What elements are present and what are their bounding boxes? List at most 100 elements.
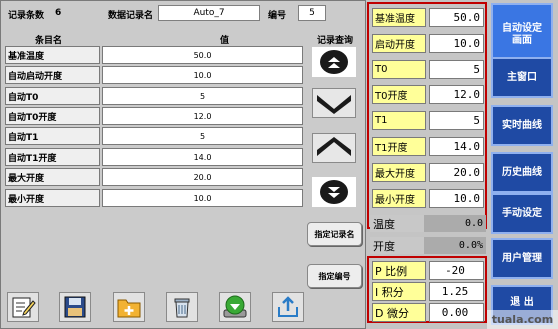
edit-button[interactable] — [7, 292, 39, 322]
param-value[interactable]: 5 — [429, 60, 484, 79]
table-row[interactable]: 自动T1开度 14.0 — [5, 148, 303, 166]
number-field[interactable]: 5 — [298, 5, 326, 21]
specify-record-name-button[interactable]: 指定记录名 — [307, 222, 362, 246]
param-row: 启动开度 10.0 — [372, 34, 484, 53]
save-button[interactable] — [59, 292, 91, 322]
table-row[interactable]: 自动启动开度 10.0 — [5, 66, 303, 84]
specify-number-button[interactable]: 指定编号 — [307, 264, 362, 288]
param-row: T1开度 14.0 — [372, 137, 484, 156]
column-name-header: 条目名 — [35, 36, 63, 46]
record-name-field[interactable]: Auto_7 — [158, 5, 260, 21]
opening-label: 开度 — [370, 237, 424, 254]
param-label: T1 — [372, 111, 426, 130]
pid-row: I 积分 1.25 — [372, 282, 484, 301]
temperature-status: 温度 0.0 — [370, 215, 486, 232]
pid-label: D 微分 — [372, 303, 426, 322]
history-curve-button[interactable]: 历史曲线 — [491, 152, 553, 193]
column-value-header: 值 — [220, 36, 230, 46]
param-value[interactable]: 14.0 — [429, 137, 484, 156]
row-name: 自动T1 — [5, 127, 100, 145]
param-label: T1开度 — [372, 137, 426, 156]
temperature-value: 0.0 — [424, 215, 486, 232]
param-row: 基准温度 50.0 — [372, 8, 484, 27]
auto-setting-line2: 画面 — [512, 34, 532, 46]
chevron-up-icon — [317, 137, 351, 156]
record-count-value: 6 — [55, 8, 62, 18]
param-value[interactable]: 10.0 — [429, 34, 484, 53]
param-label: 最大开度 — [372, 163, 426, 182]
record-count-label: 记录条数 — [8, 11, 45, 21]
table-row[interactable]: 最大开度 20.0 — [5, 168, 303, 186]
pid-label: P 比例 — [372, 261, 426, 280]
row-name: 基准温度 — [5, 46, 100, 64]
row-name: 最大开度 — [5, 168, 100, 186]
main-window-button[interactable]: 主窗口 — [491, 57, 553, 98]
table-row[interactable]: 自动T1 5 — [5, 127, 303, 145]
edit-icon — [12, 297, 36, 318]
param-value[interactable]: 10.0 — [429, 189, 484, 208]
row-name: 最小开度 — [5, 189, 100, 207]
pid-value[interactable]: -20 — [429, 261, 484, 280]
download-icon — [223, 295, 247, 318]
row-value: 5 — [102, 127, 303, 145]
row-value: 10.0 — [102, 189, 303, 207]
save-icon — [64, 296, 86, 318]
row-value: 5 — [102, 87, 303, 105]
export-icon — [278, 296, 298, 317]
row-name: 自动T0开度 — [5, 107, 100, 125]
table-row[interactable]: 基准温度 50.0 — [5, 46, 303, 64]
row-name: 自动T0 — [5, 87, 100, 105]
param-row: T1 5 — [372, 111, 484, 130]
opening-value: 0.0% — [424, 237, 486, 254]
table-row[interactable]: 自动T0 5 — [5, 87, 303, 105]
param-value[interactable]: 12.0 — [429, 85, 484, 104]
next-record-button[interactable] — [312, 88, 356, 118]
auto-setting-line1: 自动设定 — [502, 22, 542, 34]
user-management-button[interactable]: 用户管理 — [491, 238, 553, 279]
param-row: 最大开度 20.0 — [372, 163, 484, 182]
param-row: 最小开度 10.0 — [372, 189, 484, 208]
realtime-curve-button[interactable]: 实时曲线 — [491, 105, 553, 146]
opening-status: 开度 0.0% — [370, 237, 486, 254]
export-button[interactable] — [272, 292, 304, 322]
param-value[interactable]: 20.0 — [429, 163, 484, 182]
pid-value[interactable]: 1.25 — [429, 282, 484, 301]
row-value: 50.0 — [102, 46, 303, 64]
delete-button[interactable] — [166, 292, 198, 322]
pid-panel: P 比例 -20 I 积分 1.25 D 微分 0.00 — [367, 256, 487, 323]
last-record-button[interactable] — [312, 177, 356, 207]
table-row[interactable]: 最小开度 10.0 — [5, 189, 303, 207]
row-value: 10.0 — [102, 66, 303, 84]
param-label: T0 — [372, 60, 426, 79]
param-value[interactable]: 50.0 — [429, 8, 484, 27]
param-label: T0开度 — [372, 85, 426, 104]
param-label: 基准温度 — [372, 8, 426, 27]
row-value: 14.0 — [102, 148, 303, 166]
row-value: 20.0 — [102, 168, 303, 186]
double-down-icon — [320, 180, 348, 204]
param-value[interactable]: 5 — [429, 111, 484, 130]
pid-value[interactable]: 0.00 — [429, 303, 484, 322]
temperature-label: 温度 — [370, 215, 424, 232]
param-label: 启动开度 — [372, 34, 426, 53]
parameter-panel: 基准温度 50.0 启动开度 10.0 T0 5 T0开度 12.0 T1 5 … — [367, 2, 487, 229]
row-name: 自动T1开度 — [5, 148, 100, 166]
table-row[interactable]: 自动T0开度 12.0 — [5, 107, 303, 125]
pid-row: P 比例 -20 — [372, 261, 484, 280]
watermark: tuala.com — [487, 310, 558, 329]
new-folder-icon — [117, 299, 141, 318]
param-label: 最小开度 — [372, 189, 426, 208]
new-folder-button[interactable] — [113, 292, 145, 322]
double-up-icon — [320, 50, 348, 74]
param-row: T0开度 12.0 — [372, 85, 484, 104]
number-label: 编号 — [268, 11, 287, 21]
download-button[interactable] — [219, 292, 251, 322]
param-row: T0 5 — [372, 60, 484, 79]
first-record-button[interactable] — [312, 47, 356, 77]
record-name-label: 数据记录名 — [108, 11, 154, 21]
previous-record-button[interactable] — [312, 133, 356, 163]
manual-setting-button[interactable]: 手动设定 — [491, 193, 553, 234]
row-name: 自动启动开度 — [5, 66, 100, 84]
delete-icon — [174, 298, 190, 318]
pid-label: I 积分 — [372, 282, 426, 301]
